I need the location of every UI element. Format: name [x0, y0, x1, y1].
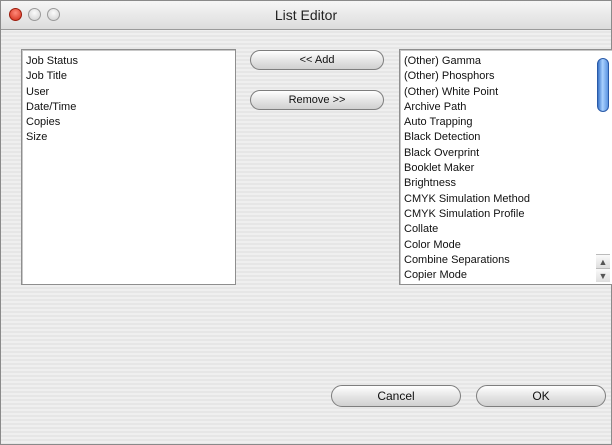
window-title: List Editor [274, 7, 338, 23]
list-item[interactable]: Combine Separations [404, 253, 612, 268]
list-item[interactable]: Auto Trapping [404, 115, 612, 130]
list-item[interactable]: CMYK Simulation Profile [404, 207, 612, 222]
list-editor-window: List Editor Job Status Job Title User Da… [0, 0, 612, 445]
title-bar: List Editor [1, 1, 611, 30]
list-item[interactable]: Job Title [26, 69, 235, 84]
list-item[interactable]: Booklet Maker [404, 161, 612, 176]
list-item[interactable]: (Other) White Point [404, 85, 612, 100]
list-item[interactable]: Color Mode [404, 238, 612, 253]
list-item[interactable]: Size [26, 130, 235, 145]
ok-button[interactable]: OK [476, 385, 606, 407]
list-item[interactable]: Archive Path [404, 100, 612, 115]
add-button[interactable]: << Add [250, 50, 384, 70]
remove-button[interactable]: Remove >> [250, 90, 384, 110]
list-item[interactable]: User [26, 85, 235, 100]
selected-columns-list[interactable]: Job Status Job Title User Date/Time Copi… [21, 49, 236, 285]
scroll-up-arrow-icon[interactable]: ▲ [596, 254, 610, 268]
list-item[interactable]: Collate [404, 222, 612, 237]
list-item[interactable]: (Other) Gamma [404, 54, 612, 69]
list-item[interactable]: Date/Time [26, 100, 235, 115]
vertical-scrollbar[interactable]: ▲ ▼ [596, 52, 610, 282]
list-item[interactable]: Copier Mode [404, 268, 612, 283]
list-item[interactable]: Copies [26, 115, 235, 130]
list-item[interactable]: (Other) Phosphors [404, 69, 612, 84]
available-columns-list[interactable]: (Other) Gamma (Other) Phosphors (Other) … [399, 49, 612, 285]
list-item[interactable]: Black Overprint [404, 146, 612, 161]
list-item[interactable]: Job Status [26, 54, 235, 69]
list-item[interactable]: Brightness [404, 176, 612, 191]
list-item[interactable]: CMYK Simulation Method [404, 192, 612, 207]
scrollbar-thumb[interactable] [597, 58, 609, 112]
cancel-button[interactable]: Cancel [331, 385, 461, 407]
scroll-down-arrow-icon[interactable]: ▼ [596, 268, 610, 282]
list-item[interactable]: Black Detection [404, 130, 612, 145]
